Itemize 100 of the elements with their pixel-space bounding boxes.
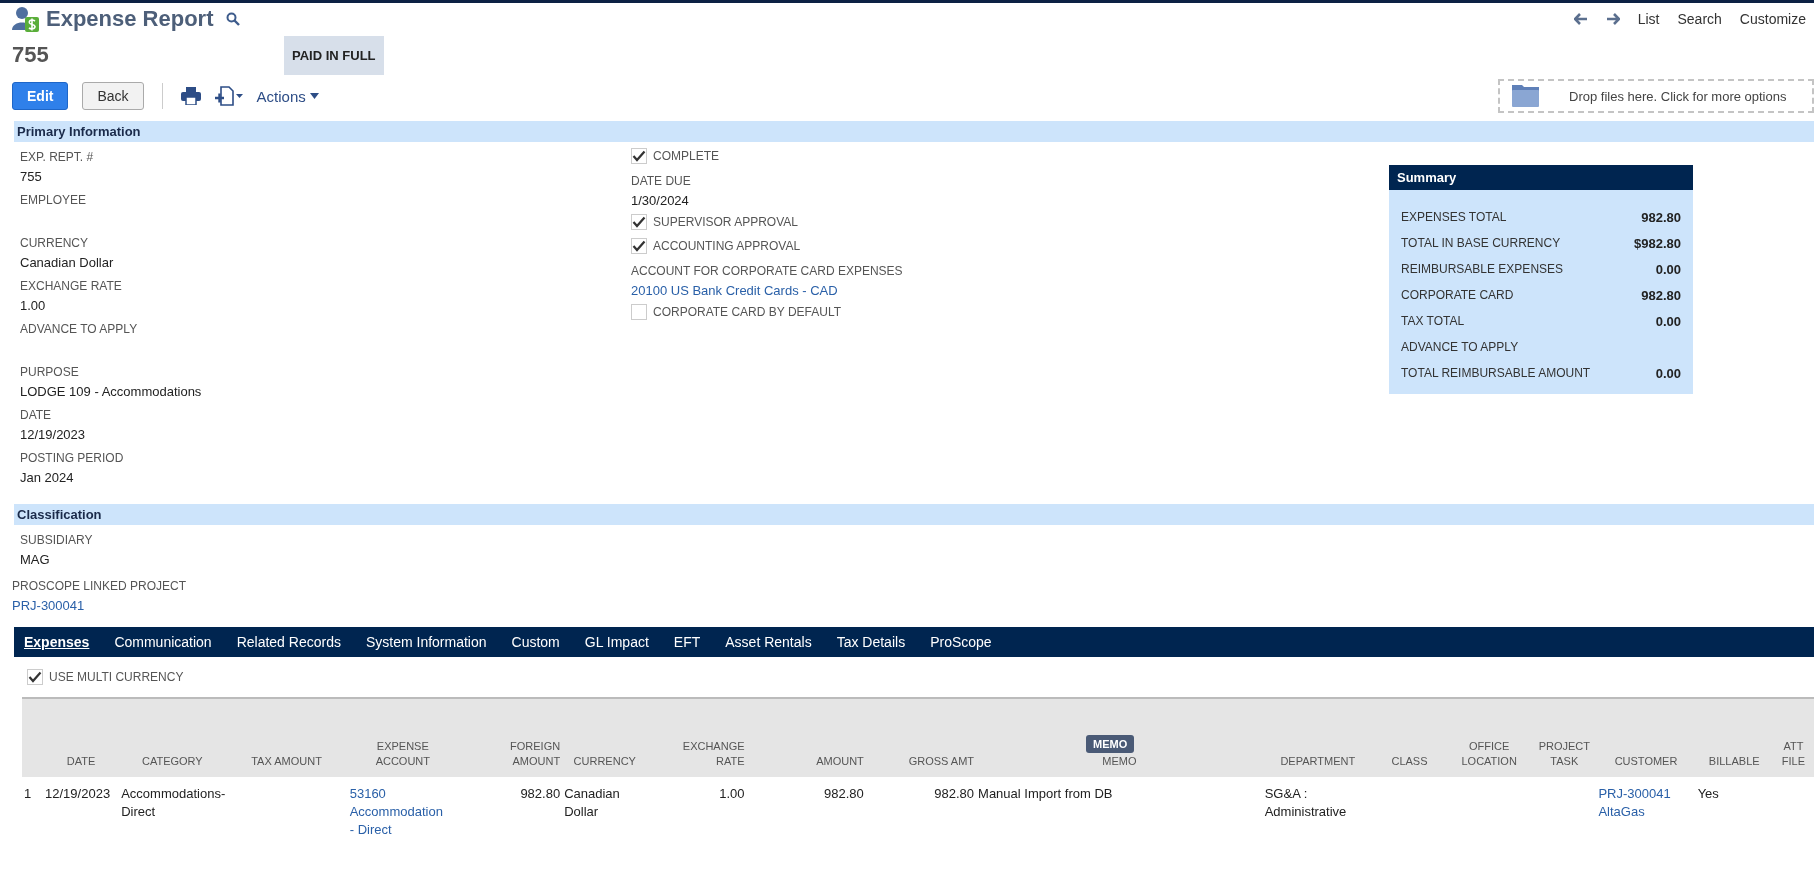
field-value[interactable]: 20100 US Bank Credit Cards - CAD — [631, 281, 1389, 300]
checkbox-label: COMPLETE — [653, 149, 719, 163]
checkbox[interactable] — [27, 669, 43, 685]
tab[interactable]: Expenses — [24, 634, 90, 650]
table-cell: SG&A : Administrative — [1264, 785, 1347, 821]
column-header: DATE — [66, 754, 96, 769]
checkbox-label: ACCOUNTING APPROVAL — [653, 239, 801, 253]
user-dollar-icon — [12, 6, 40, 32]
field-value: 1.00 — [20, 297, 47, 315]
search-icon[interactable] — [225, 12, 240, 26]
file-drop-zone[interactable]: Drop files here. Click for more options — [1498, 79, 1814, 113]
tab[interactable]: GL Impact — [584, 634, 649, 650]
field-label: DATE — [20, 407, 53, 424]
new-document-icon[interactable] — [214, 86, 243, 106]
tab[interactable]: System Information — [365, 634, 487, 650]
field-value: Canadian Dollar — [20, 254, 115, 272]
column-header: DEPARTMENT — [1280, 754, 1356, 769]
column-header: EXPENSE ACCOUNT — [375, 739, 430, 769]
checkbox[interactable] — [631, 238, 647, 254]
summary-value: 0.00 — [1655, 313, 1681, 329]
column-header: CUSTOMER — [1614, 754, 1678, 769]
field-value: MAG — [20, 551, 51, 569]
column-header: PROJECT TASK — [1538, 739, 1590, 769]
field-label: PROSCOPE LINKED PROJECT — [12, 578, 188, 595]
checkbox-label: CORPORATE CARD BY DEFAULT — [653, 305, 842, 319]
field-label: POSTING PERIOD — [20, 450, 125, 467]
toolbar-button[interactable]: Back — [82, 82, 144, 110]
table-cell: 982.80 — [824, 785, 864, 803]
table-cell: 982.80 — [934, 785, 975, 803]
column-header: ATT FILE — [1781, 739, 1805, 769]
tooltip: MEMO — [1086, 735, 1135, 753]
summary-value: 982.80 — [1641, 209, 1681, 225]
tab[interactable]: ProScope — [930, 634, 992, 650]
summary-label: TOTAL REIMBURSABLE AMOUNT — [1401, 366, 1591, 380]
field-label: CURRENCY — [20, 235, 89, 252]
field-label: EXCHANGE RATE — [20, 278, 123, 295]
checkbox-label: USE MULTI CURRENCY — [49, 670, 184, 684]
tab[interactable]: EFT — [673, 634, 701, 650]
summary-label: REIMBURSABLE EXPENSES — [1401, 262, 1564, 276]
page-title: Expense Report — [46, 6, 214, 32]
print-icon[interactable] — [180, 87, 201, 105]
nav-link[interactable]: Search — [1677, 11, 1722, 27]
summary-value: 0.00 — [1655, 365, 1681, 381]
field-value: 1/30/2024 — [631, 192, 690, 210]
caret-icon — [309, 93, 319, 99]
section-header: Classification — [14, 504, 1814, 525]
summary-label: TOTAL IN BASE CURRENCY — [1401, 236, 1561, 250]
column-header: CLASS — [1391, 754, 1428, 769]
field-label: DATE DUE — [631, 173, 692, 190]
checkbox[interactable] — [631, 148, 647, 164]
summary-value: $982.80 — [1634, 235, 1681, 251]
tab[interactable]: Asset Rentals — [725, 634, 812, 650]
column-header: BILLABLE — [1708, 754, 1760, 769]
table-cell: Yes — [1697, 785, 1719, 803]
field-value: Jan 2024 — [20, 469, 75, 487]
record-number: 755 — [12, 42, 50, 68]
field-value: LODGE 109 - Accommodations — [20, 383, 203, 401]
table-cell: 982.80 — [520, 785, 561, 803]
field-value: 755 — [20, 168, 43, 186]
table-cell: 1 — [24, 785, 32, 803]
summary-label: TAX TOTAL — [1401, 314, 1465, 328]
folder-icon — [1512, 85, 1539, 107]
field-label: EMPLOYEE — [20, 192, 88, 209]
table-cell: 1.00 — [719, 785, 745, 803]
status-badge: PAID IN FULL — [284, 35, 384, 75]
field-value[interactable]: PRJ-300041 — [12, 596, 1814, 615]
table-cell[interactable]: 53160 Accommodation - Direct — [349, 785, 443, 839]
summary-label: ADVANCE TO APPLY — [1401, 340, 1519, 354]
nav-link[interactable]: List — [1637, 11, 1660, 27]
checkbox[interactable] — [631, 304, 647, 320]
tab[interactable]: Tax Details — [836, 634, 906, 650]
table-cell[interactable]: PRJ-300041 AltaGas — [1598, 785, 1671, 821]
table-cell: 12/19/2023 — [45, 785, 111, 803]
tab[interactable]: Related Records — [236, 634, 341, 650]
table-cell: Manual Import from DB — [978, 785, 1113, 803]
table-cell: Canadian Dollar — [564, 785, 620, 821]
toolbar-button[interactable]: Edit — [12, 82, 69, 110]
column-header: FOREIGN AMOUNT — [510, 739, 561, 769]
column-header: GROSS AMT — [908, 754, 975, 769]
nav-link[interactable]: Customize — [1739, 11, 1806, 27]
field-label: SUBSIDIARY — [20, 532, 94, 549]
column-header: AMOUNT — [816, 754, 864, 769]
actions-menu[interactable]: Actions — [256, 87, 319, 105]
field-label: EXP. REPT. # — [20, 149, 95, 166]
summary-title: Summary — [1389, 165, 1693, 190]
forward-arrow-icon[interactable] — [1605, 13, 1620, 25]
tab[interactable]: Communication — [114, 634, 212, 650]
column-header: TAX AMOUNT — [251, 754, 322, 769]
checkbox[interactable] — [631, 214, 647, 230]
column-header: MEMO — [1102, 754, 1137, 769]
summary-label: CORPORATE CARD — [1401, 288, 1514, 302]
summary-value: 982.80 — [1641, 287, 1681, 303]
table-cell: Accommodations- Direct — [121, 785, 226, 821]
summary-value: 0.00 — [1655, 261, 1681, 277]
back-arrow-icon[interactable] — [1573, 13, 1588, 25]
field-label: PURPOSE — [20, 364, 80, 381]
tab[interactable]: Custom — [511, 634, 560, 650]
field-label: ADVANCE TO APPLY — [20, 321, 139, 338]
summary-label: EXPENSES TOTAL — [1401, 210, 1507, 224]
field-value: 12/19/2023 — [20, 426, 87, 444]
